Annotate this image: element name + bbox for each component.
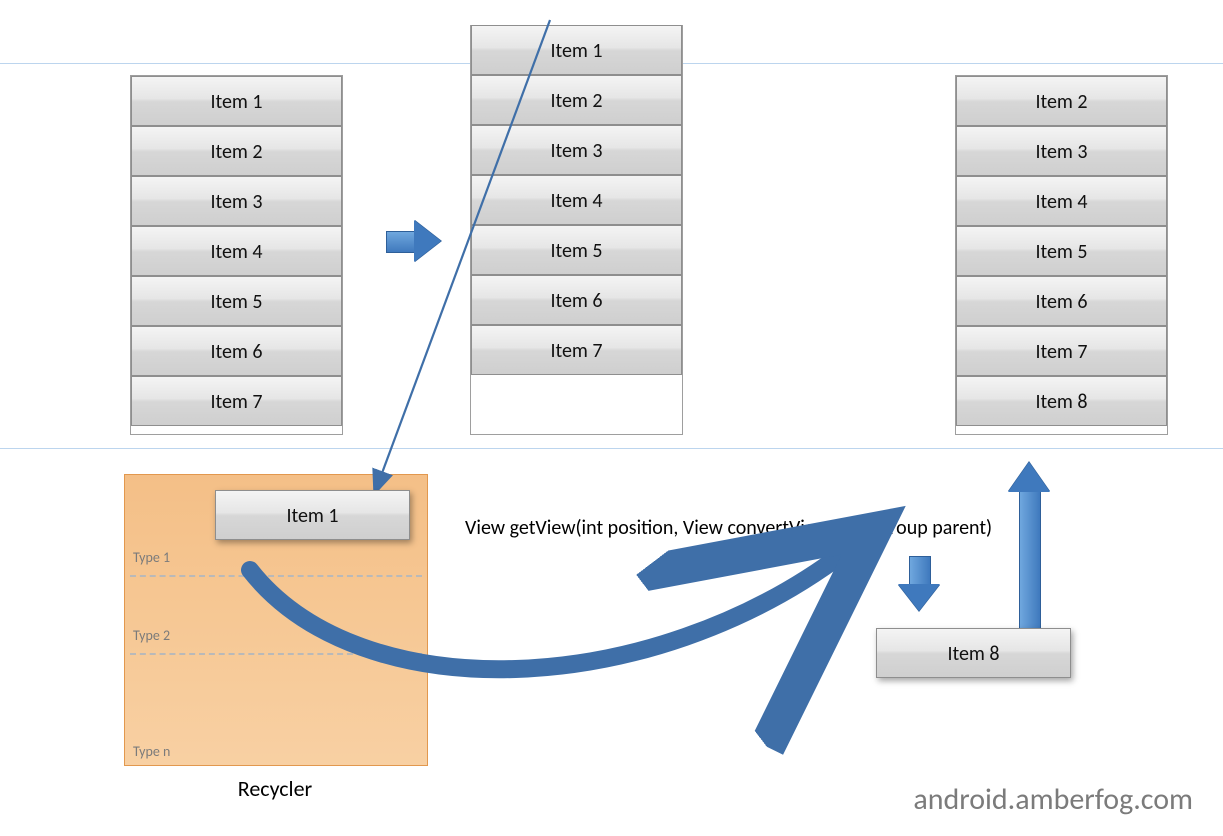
list-right: Item 2 Item 3 Item 4 Item 5 Item 6 Item … [955, 75, 1168, 435]
list-right-cell: Item 2 [956, 76, 1167, 126]
recycler-divider [130, 653, 422, 655]
recycler-type-label: Type n [133, 743, 170, 760]
method-signature-label: View getView(int position, View convertV… [465, 516, 1105, 540]
list-middle: Item 1 Item 2 Item 3 Item 4 Item 5 Item … [470, 25, 683, 435]
list-left-cell: Item 1 [131, 76, 342, 126]
new-item: Item 8 [876, 628, 1071, 678]
list-right-cell: Item 7 [956, 326, 1167, 376]
arrow-right-icon [386, 220, 441, 262]
list-middle-cell: Item 5 [471, 225, 682, 275]
list-middle-cell: Item 7 [471, 325, 682, 375]
list-middle-cell: Item 2 [471, 75, 682, 125]
recycler-type-label: Type 2 [133, 627, 170, 644]
recycler-divider [130, 575, 422, 577]
list-middle-cell: Item 6 [471, 275, 682, 325]
list-middle-cell: Item 4 [471, 175, 682, 225]
list-right-cell: Item 6 [956, 276, 1167, 326]
recycled-item: Item 1 [215, 490, 410, 540]
list-left-cell: Item 3 [131, 176, 342, 226]
list-right-cell: Item 5 [956, 226, 1167, 276]
list-middle-cell: Item 3 [471, 125, 682, 175]
list-middle-cell: Item 1 [471, 25, 682, 75]
arrow-down-icon [898, 556, 940, 611]
list-right-cell: Item 4 [956, 176, 1167, 226]
list-left-cell: Item 5 [131, 276, 342, 326]
recycler-type-label: Type 1 [133, 549, 170, 566]
list-left-cell: Item 6 [131, 326, 342, 376]
list-right-cell: Item 8 [956, 376, 1167, 426]
list-middle-empty-slot [471, 375, 682, 425]
list-left-cell: Item 7 [131, 376, 342, 426]
list-left-cell: Item 2 [131, 126, 342, 176]
watermark: android.amberfog.com [913, 781, 1193, 818]
diagram-stage: Item 1 Item 2 Item 3 Item 4 Item 5 Item … [0, 0, 1223, 836]
guide-line-bottom [0, 448, 1223, 449]
list-left: Item 1 Item 2 Item 3 Item 4 Item 5 Item … [130, 75, 343, 435]
list-left-cell: Item 4 [131, 226, 342, 276]
list-right-cell: Item 3 [956, 126, 1167, 176]
recycler-title: Recycler [215, 775, 335, 802]
